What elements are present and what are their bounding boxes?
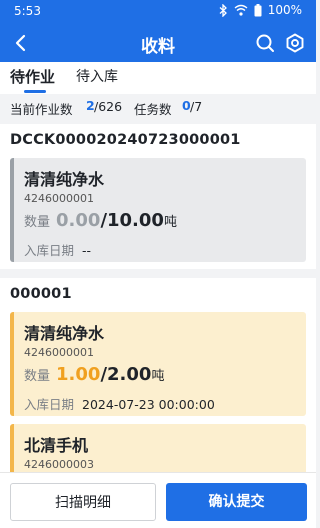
quantity-row: 数量 0.00/10.00吨 — [24, 210, 177, 231]
status-icons: 100% — [218, 3, 302, 17]
active-tab-indicator — [24, 90, 46, 93]
quantity-unit: 吨 — [151, 369, 165, 384]
quantity-total: /10.00 — [100, 210, 164, 231]
quantity-label: 数量 — [24, 215, 51, 230]
job-count-total: /626 — [94, 99, 123, 114]
battery-icon — [254, 3, 262, 16]
settings-icon[interactable] — [284, 32, 306, 54]
material-name: 清清纯净水 — [24, 170, 105, 189]
nav-bar: 收料 — [0, 24, 316, 62]
quantity-unit: 吨 — [163, 215, 177, 230]
wifi-icon — [234, 4, 248, 16]
confirm-submit-button[interactable]: 确认提交 — [166, 483, 307, 521]
storage-date-label: 入库日期 — [24, 243, 75, 258]
order-number: 000001 — [10, 286, 72, 302]
scan-detail-button[interactable]: 扫描明细 — [10, 483, 156, 521]
task-count-total: /7 — [190, 99, 203, 114]
job-count-label: 当前作业数 — [10, 102, 73, 117]
storage-date-label: 入库日期 — [24, 397, 75, 412]
material-code: 4246000001 — [24, 346, 94, 359]
material-card[interactable]: 清清纯净水 4246000001 数量 0.00/10.00吨 入库日期 -- — [10, 158, 306, 262]
bluetooth-icon — [219, 3, 227, 17]
quantity-label: 数量 — [24, 369, 51, 384]
search-icon[interactable] — [254, 32, 276, 54]
tab-pending-storage[interactable]: 待入库 — [76, 66, 118, 86]
quantity-done: 1.00 — [56, 364, 101, 385]
order-number: DCCK000020240723000001 — [10, 132, 241, 148]
material-name: 清清纯净水 — [24, 324, 105, 343]
storage-date-row: 入库日期 2024-07-23 00:00:00 — [24, 394, 215, 413]
order-group: 000001 清清纯净水 4246000001 数量 1.00/2.00吨 入库日… — [0, 278, 316, 472]
storage-date-value: -- — [82, 243, 92, 258]
quantity-row: 数量 1.00/2.00吨 — [24, 364, 164, 385]
material-card[interactable]: 清清纯净水 4246000001 数量 1.00/2.00吨 入库日期 2024-0… — [10, 312, 306, 416]
material-code: 4246000001 — [24, 192, 94, 205]
tab-pending-work[interactable]: 待作业 — [10, 66, 55, 87]
material-name: 北清手机 — [24, 436, 89, 455]
storage-date-row: 入库日期 -- — [24, 240, 91, 259]
app-header: 5:53 100% 收料 — [0, 0, 316, 62]
material-card[interactable]: 北清手机 4246000003 — [10, 424, 306, 472]
status-bar: 5:53 100% — [0, 0, 316, 24]
summary-bar: 当前作业数 2 /626 任务数 0 /7 — [0, 94, 316, 120]
battery-level: 100% — [267, 3, 302, 17]
task-count-label: 任务数 — [134, 102, 172, 117]
quantity-done: 0.00 — [56, 210, 101, 231]
footer-actions: 扫描明细 确认提交 — [0, 472, 316, 528]
status-time: 5:53 — [14, 4, 41, 18]
order-group: DCCK000020240723000001 清清纯净水 4246000001 … — [0, 124, 316, 269]
material-code: 4246000003 — [24, 458, 94, 471]
storage-date-value: 2024-07-23 00:00:00 — [82, 397, 215, 412]
quantity-total: /2.00 — [100, 364, 152, 385]
tab-bar: 待作业 待入库 — [0, 62, 316, 94]
